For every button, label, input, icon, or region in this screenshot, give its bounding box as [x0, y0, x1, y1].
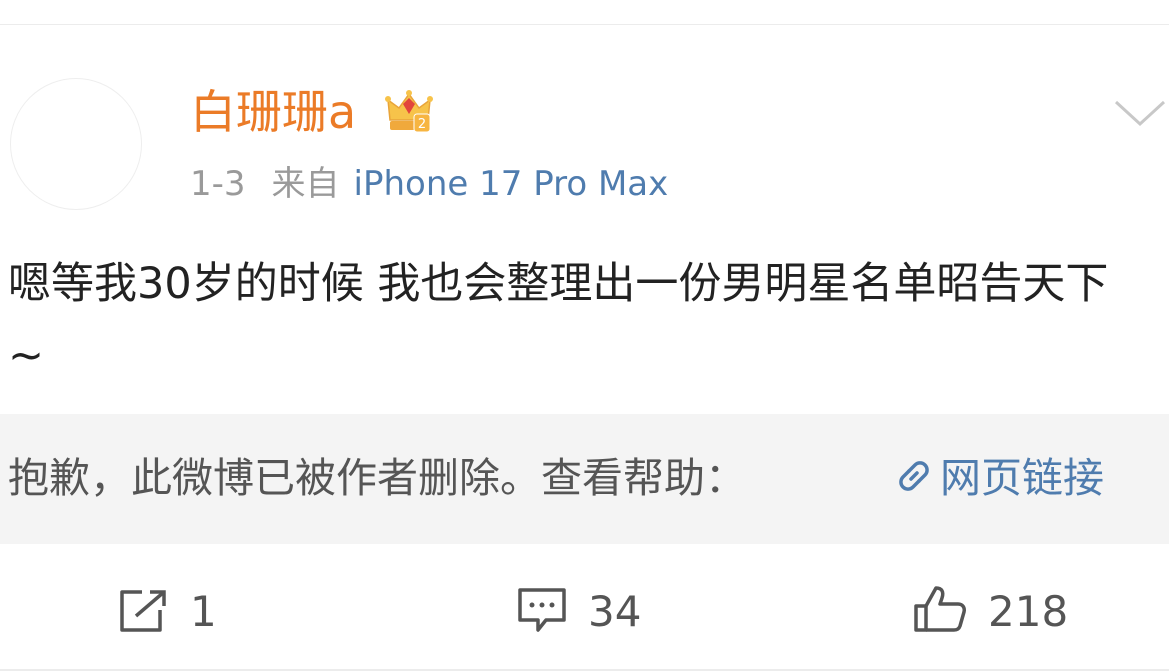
username[interactable]: 白珊珊a: [190, 82, 356, 142]
avatar[interactable]: [10, 78, 142, 210]
post-text: 嗯等我30岁的时候 我也会整理出一份男明星名单昭告天下 ~: [8, 259, 1109, 381]
post-meta: 1-3 来自 iPhone 17 Pro Max: [190, 160, 668, 208]
repost-count: 1: [190, 587, 217, 636]
like-button[interactable]: 218: [912, 584, 1068, 640]
deleted-notice: 抱歉，此微博已被作者删除。查看帮助：: [8, 454, 746, 502]
comment-count: 34: [588, 587, 642, 636]
chevron-down-icon[interactable]: [1112, 92, 1168, 132]
action-bar: 1 34 218: [0, 544, 1169, 671]
post-date: 1-3: [190, 164, 246, 204]
link-icon: [899, 461, 929, 491]
weibo-post-card: 白珊珊a 2 1-3 来自 iPhone 17 Pro Max 嗯等我30岁的时候 …: [0, 0, 1169, 671]
source-label: 来自: [271, 164, 340, 204]
comment-icon: [518, 588, 566, 632]
device-link[interactable]: iPhone 17 Pro Max: [354, 164, 669, 204]
thumbs-up-icon: [914, 586, 966, 632]
repost-button[interactable]: 1: [118, 584, 217, 640]
comment-button[interactable]: 34: [516, 584, 641, 640]
top-divider: [0, 0, 1169, 25]
web-link-label[interactable]: 网页链接: [940, 454, 1104, 502]
vip-crown-icon[interactable]: 2: [384, 86, 434, 136]
repost-icon: [120, 590, 166, 632]
web-link[interactable]: 网页链接: [892, 448, 1104, 508]
svg-text:2: 2: [418, 117, 426, 132]
like-count: 218: [988, 587, 1069, 636]
